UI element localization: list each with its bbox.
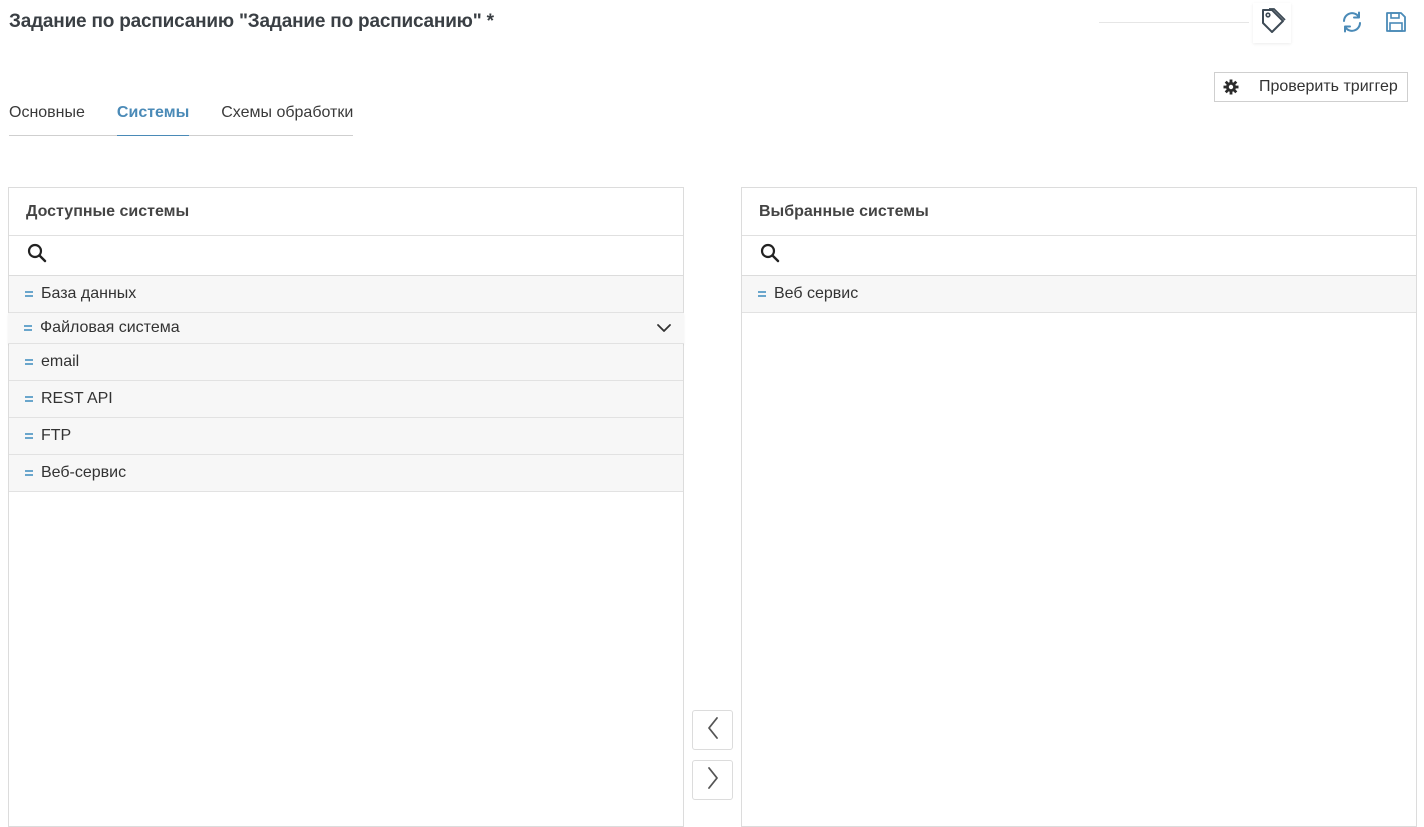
move-right-button[interactable] — [692, 760, 733, 800]
list-item-database[interactable]: База данных — [9, 276, 683, 313]
list-item-ftp[interactable]: FTP — [9, 418, 683, 455]
available-systems-panel: Доступные системы База данных Файловая с… — [8, 187, 684, 827]
page-title: Задание по расписанию "Задание по распис… — [9, 11, 494, 32]
drag-handle-icon — [25, 470, 33, 476]
list-item-web-service[interactable]: Веб-сервис — [9, 455, 683, 492]
check-trigger-label: Проверить триггер — [1259, 78, 1398, 95]
available-systems-title: Доступные системы — [9, 188, 683, 236]
gear-icon — [1223, 79, 1239, 95]
list-item-label: FTP — [41, 427, 72, 444]
selected-systems-panel: Выбранные системы Веб сервис — [741, 187, 1417, 827]
list-item-label: email — [41, 353, 80, 370]
chevron-right-icon — [706, 766, 720, 795]
list-item-label: Файловая система — [40, 319, 180, 336]
list-item-selected-web-service[interactable]: Веб сервис — [742, 276, 1416, 313]
tab-general[interactable]: Основные — [9, 104, 85, 135]
selected-systems-search-input[interactable] — [788, 246, 1416, 265]
list-item-file-system[interactable]: Файловая система — [8, 313, 684, 344]
tags-button[interactable] — [1253, 3, 1291, 43]
drag-handle-icon — [25, 433, 33, 439]
tab-systems[interactable]: Системы — [116, 104, 190, 136]
list-item-label: Веб сервис — [774, 285, 859, 302]
refresh-button[interactable] — [1338, 10, 1366, 38]
tag-icon — [1258, 6, 1286, 41]
search-icon — [27, 243, 47, 268]
search-icon — [760, 243, 780, 268]
selected-systems-title: Выбранные системы — [742, 188, 1416, 236]
chevron-left-icon — [706, 716, 720, 745]
available-systems-search-input[interactable] — [55, 246, 683, 265]
drag-handle-icon — [24, 325, 32, 331]
move-left-button[interactable] — [692, 710, 733, 750]
refresh-icon — [1340, 10, 1364, 39]
tab-processing-schemes[interactable]: Схемы обработки — [221, 104, 353, 135]
list-item-email[interactable]: email — [9, 344, 683, 381]
drag-handle-icon — [758, 291, 766, 297]
chevron-down-icon[interactable] — [656, 321, 672, 335]
list-item-label: База данных — [41, 285, 137, 302]
available-systems-search — [9, 236, 683, 276]
list-item-label: REST API — [41, 390, 113, 407]
drag-handle-icon — [25, 359, 33, 365]
save-icon — [1385, 11, 1407, 38]
save-button[interactable] — [1382, 10, 1410, 38]
list-item-rest-api[interactable]: REST API — [9, 381, 683, 418]
drag-handle-icon — [25, 291, 33, 297]
list-item-label: Веб-сервис — [41, 464, 127, 481]
tab-bar: Основные Системы Схемы обработки — [9, 104, 354, 136]
drag-handle-icon — [25, 396, 33, 402]
check-trigger-button[interactable]: Проверить триггер — [1214, 72, 1408, 102]
selected-systems-search — [742, 236, 1416, 276]
toolbar-divider — [1099, 22, 1249, 23]
